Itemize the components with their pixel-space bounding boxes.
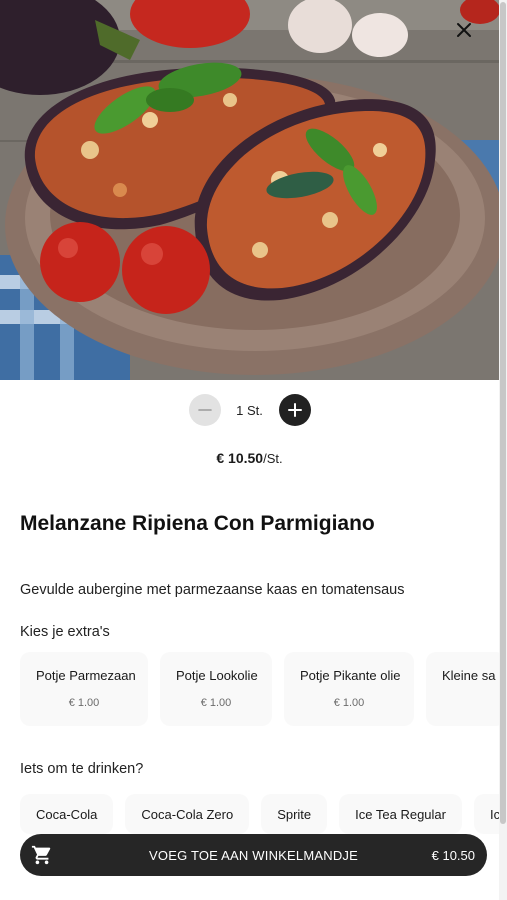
quantity-stepper: 1 St. — [0, 394, 499, 426]
product-description: Gevulde aubergine met parmezaanse kaas e… — [20, 582, 405, 598]
price-amount: € 10.50 — [216, 450, 264, 466]
scrollbar-thumb[interactable] — [500, 2, 506, 824]
extra-option-name: Potje Parmezaan — [36, 668, 136, 683]
drinks-section-label: Iets om te drinken? — [20, 761, 144, 777]
price-unit: /St. — [263, 451, 283, 466]
extra-option-name: Potje Lookolie — [176, 668, 258, 683]
add-to-cart-label: VOEG TOE AAN WINKELMANDJE — [149, 847, 358, 863]
extra-option-price: € 1.00 — [333, 697, 365, 709]
extra-option-name: Kleine sa — [442, 668, 496, 683]
extras-list: Potje Parmezaan € 1.00 Potje Lookolie € … — [20, 652, 499, 726]
decrease-quantity-button[interactable] — [188, 394, 221, 426]
extra-option-card[interactable]: Potje Lookolie € 1.00 — [160, 652, 272, 726]
quantity-value: 1 St. — [236, 402, 263, 418]
drink-option-card[interactable]: Coca-Cola — [20, 794, 114, 834]
product-image — [0, 0, 499, 380]
product-photo — [0, 0, 499, 380]
plus-icon — [287, 403, 302, 417]
extra-option-card[interactable]: Potje Pikante olie € 1.00 — [284, 652, 414, 726]
extra-option-price: € 1.00 — [200, 697, 232, 709]
drink-option-card[interactable]: Coca-Cola Zero — [125, 794, 250, 834]
add-to-cart-button[interactable]: VOEG TOE AAN WINKELMANDJE € 10.50 — [20, 834, 487, 876]
extra-option-card[interactable]: Kleine sa — [426, 652, 499, 726]
scrollbar[interactable] — [499, 0, 507, 900]
drink-option-card[interactable]: Ice Tea Regular — [339, 794, 462, 834]
drinks-list: Coca-Cola Coca-Cola Zero Sprite Ice Tea … — [20, 794, 499, 834]
product-title: Melanzane Ripiena Con Parmigiano — [20, 512, 375, 535]
extras-section-label: Kies je extra's — [20, 624, 110, 640]
extra-option-card[interactable]: Potje Parmezaan € 1.00 — [20, 652, 148, 726]
close-icon — [457, 23, 471, 37]
drink-option-card[interactable]: Sprite — [261, 794, 328, 834]
extra-option-price: € 1.00 — [68, 697, 100, 709]
increase-quantity-button[interactable] — [278, 394, 311, 426]
cart-total: € 10.50 — [431, 847, 475, 863]
extra-option-name: Potje Pikante olie — [300, 668, 401, 683]
drink-option-card[interactable]: Ic — [473, 794, 499, 834]
product-detail-sheet: 1 St. € 10.50/St. Melanzane Ripiena Con … — [0, 0, 499, 900]
unit-price: € 10.50/St. — [0, 450, 499, 466]
minus-icon — [197, 409, 212, 411]
close-button[interactable] — [456, 22, 486, 52]
